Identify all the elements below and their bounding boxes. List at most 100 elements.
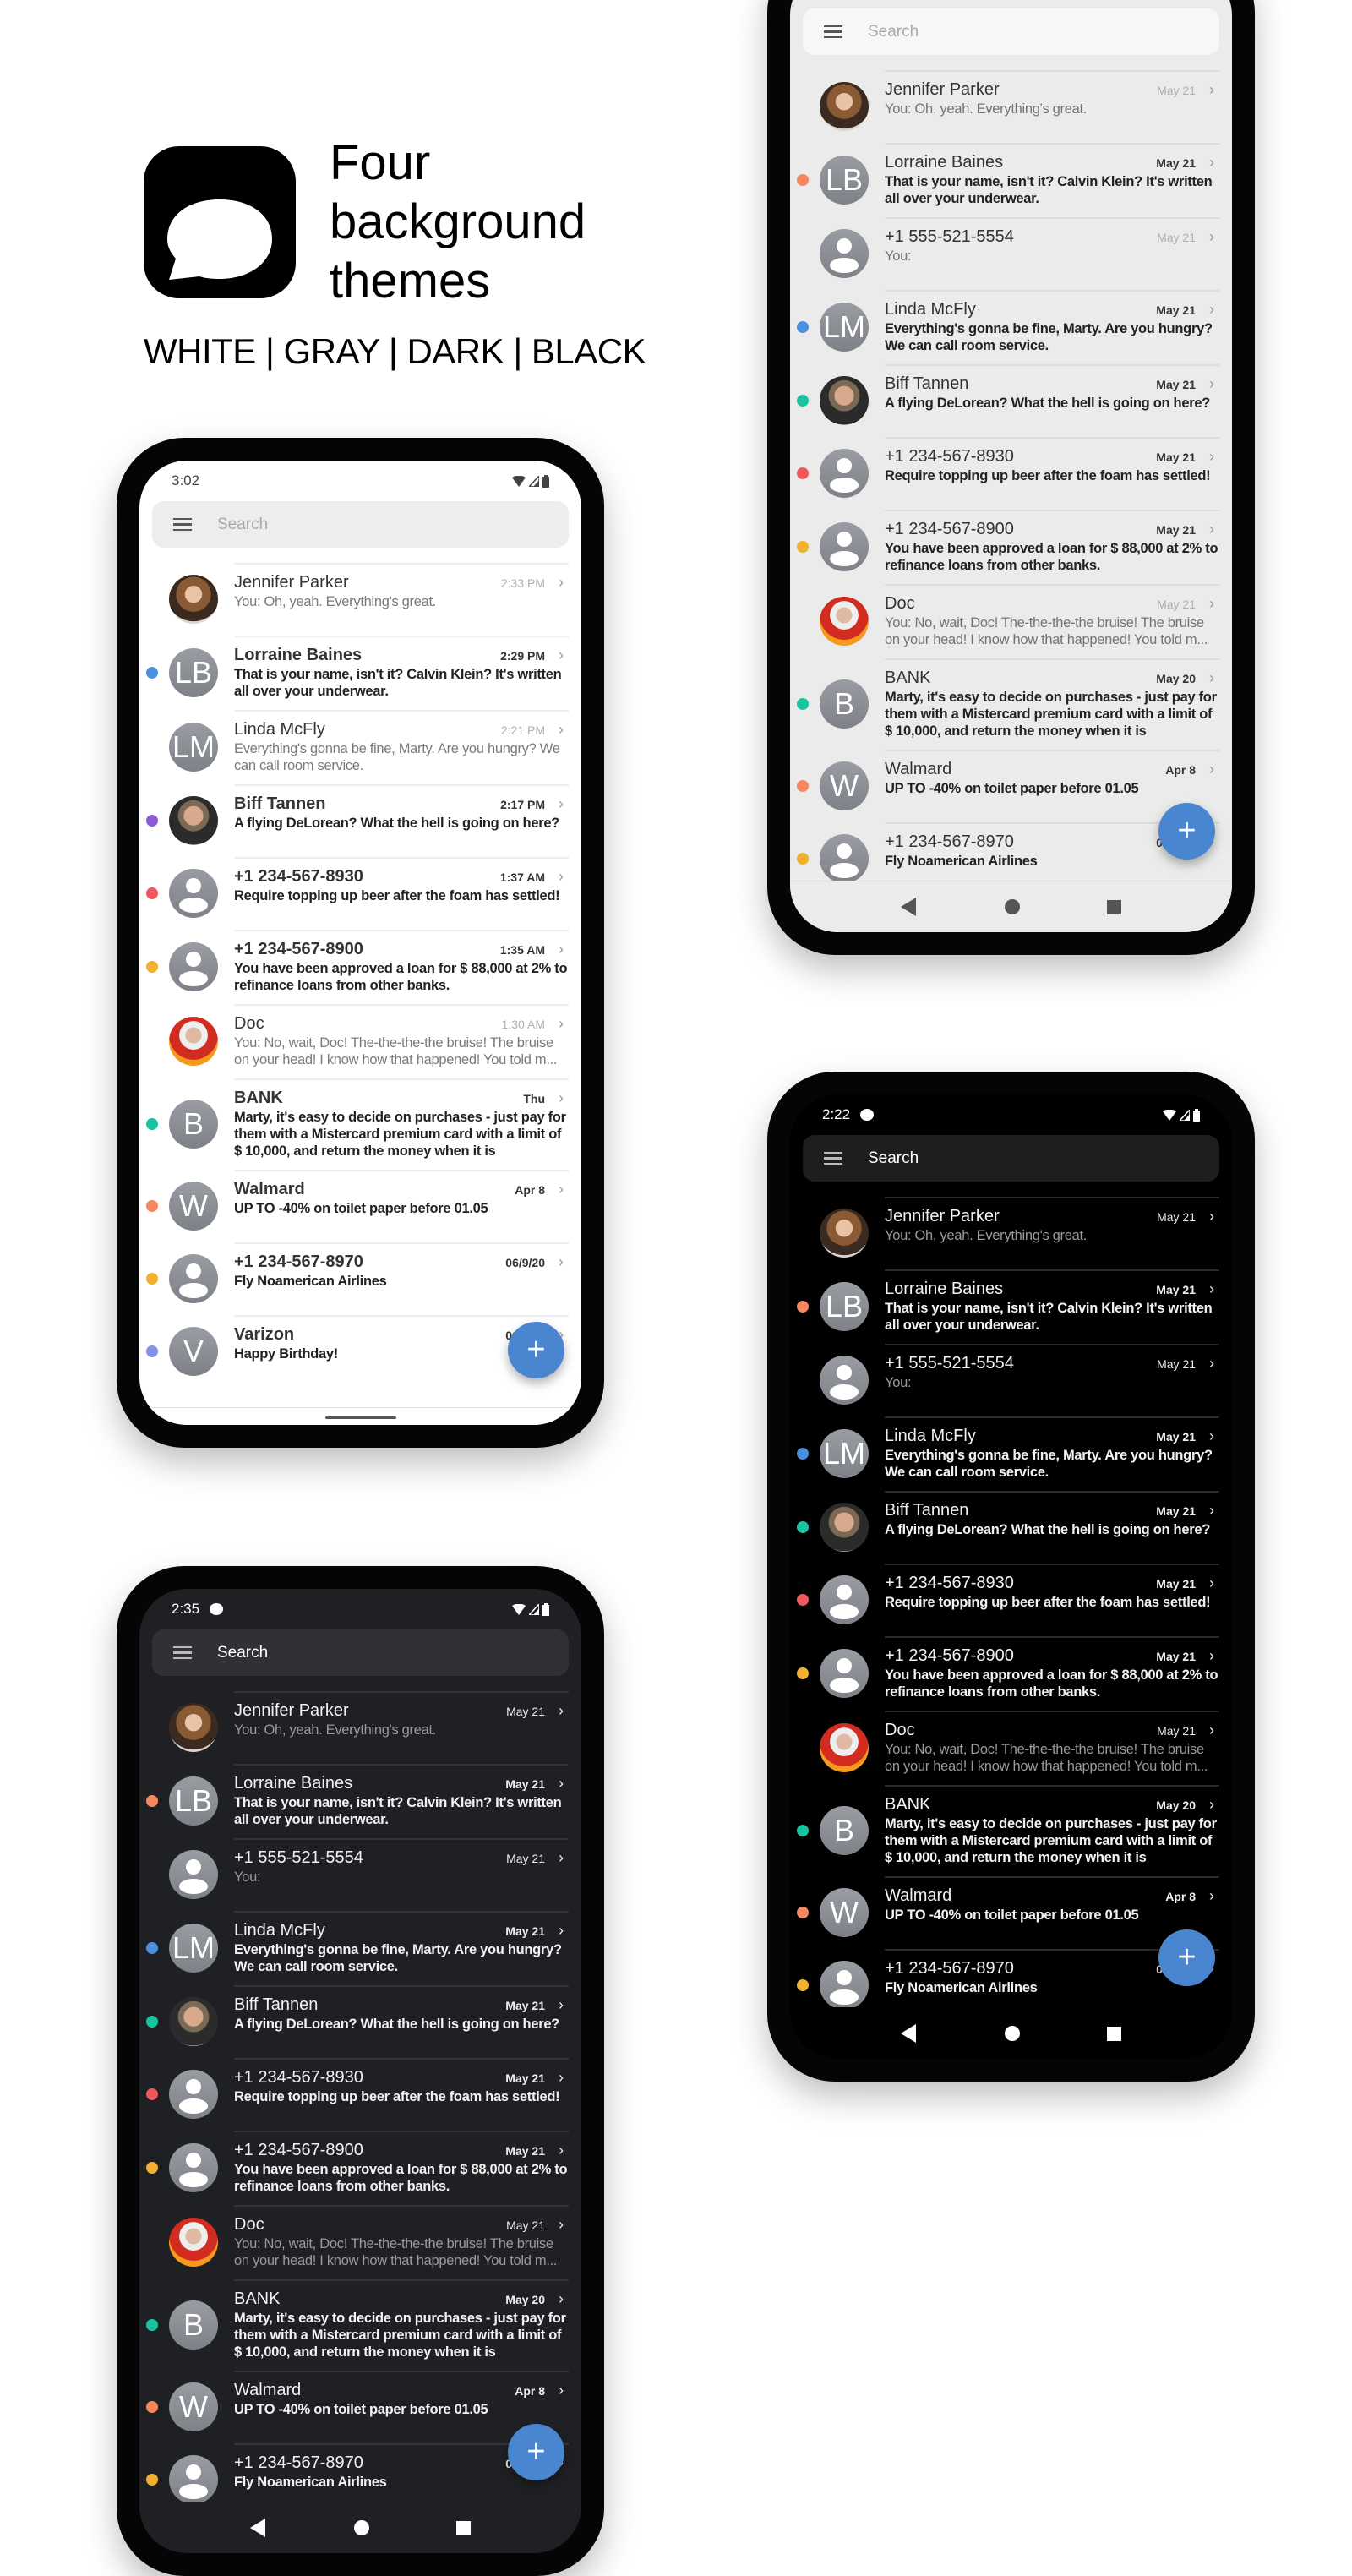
new-message-button[interactable]: +: [508, 1322, 564, 1378]
conversation-list[interactable]: Jennifer Parker 2:33 PM › You: Oh, yeah. Ev…: [139, 563, 581, 1408]
home-button[interactable]: [353, 2520, 369, 2535]
conversation-row[interactable]: W Walmard Apr 8 › UP TO -40% on toilet paper…: [139, 1170, 581, 1242]
chevron-right-icon[interactable]: ›: [1209, 1796, 1219, 1814]
chevron-right-icon[interactable]: ›: [559, 1181, 569, 1198]
back-button[interactable]: [250, 2519, 267, 2537]
chevron-right-icon[interactable]: ›: [1209, 375, 1219, 393]
search-input[interactable]: Search: [868, 23, 919, 41]
search-bar[interactable]: Search: [803, 1135, 1219, 1182]
chevron-right-icon[interactable]: ›: [1209, 448, 1219, 466]
conversation-row[interactable]: +1 234-567-8930 May 21 › Require topping up…: [139, 2058, 581, 2131]
chevron-right-icon[interactable]: ›: [559, 1089, 569, 1107]
conversation-row[interactable]: Biff Tannen May 21 › A flying DeLorean? Wha…: [790, 1491, 1232, 1564]
conversation-row[interactable]: Biff Tannen May 21 › A flying DeLorean? Wha…: [790, 364, 1232, 437]
conversation-row[interactable]: +1 234-567-8930 May 21 › Require topping up…: [790, 437, 1232, 510]
conversation-row[interactable]: LB Lorraine Baines May 21 › That is your nam…: [790, 1269, 1232, 1344]
menu-icon[interactable]: [824, 1149, 842, 1169]
chevron-right-icon[interactable]: ›: [1209, 301, 1219, 319]
conversation-row[interactable]: Jennifer Parker May 21 › You: Oh, yeah. Eve…: [790, 1197, 1232, 1269]
chevron-right-icon[interactable]: ›: [1209, 595, 1219, 613]
conversation-row[interactable]: LM Linda McFly May 21 › Everything's gonna b…: [790, 1416, 1232, 1491]
chevron-right-icon[interactable]: ›: [1209, 1208, 1219, 1225]
search-input[interactable]: Search: [217, 1644, 268, 1662]
conversation-row[interactable]: Doc 1:30 AM › You: No, wait, Doc! The-the-t…: [139, 1004, 581, 1078]
conversation-row[interactable]: +1 555-521-5554 May 21 › You:: [139, 1838, 581, 1911]
chevron-right-icon[interactable]: ›: [1209, 1887, 1219, 1905]
chevron-right-icon[interactable]: ›: [1209, 761, 1219, 778]
chevron-right-icon[interactable]: ›: [559, 941, 569, 958]
back-button[interactable]: [901, 898, 918, 916]
chevron-right-icon[interactable]: ›: [559, 2142, 569, 2159]
conversation-row[interactable]: +1 234-567-8900 1:35 AM › You have been app…: [139, 930, 581, 1004]
chevron-right-icon[interactable]: ›: [1209, 228, 1219, 246]
chevron-right-icon[interactable]: ›: [559, 1922, 569, 1940]
conversation-row[interactable]: LB Lorraine Baines 2:29 PM › That is your na…: [139, 636, 581, 710]
chevron-right-icon[interactable]: ›: [559, 1996, 569, 2014]
home-button[interactable]: [1004, 2026, 1020, 2041]
new-message-button[interactable]: +: [1158, 1929, 1215, 1986]
chevron-right-icon[interactable]: ›: [1209, 1575, 1219, 1592]
chevron-right-icon[interactable]: ›: [559, 2290, 569, 2308]
chevron-right-icon[interactable]: ›: [1209, 1427, 1219, 1445]
search-bar[interactable]: Search: [152, 501, 569, 548]
gesture-bar[interactable]: [139, 1407, 581, 1425]
conversation-row[interactable]: Jennifer Parker May 21 › You: Oh, yeah. Eve…: [790, 70, 1232, 143]
chevron-right-icon[interactable]: ›: [559, 574, 569, 592]
chevron-right-icon[interactable]: ›: [559, 721, 569, 739]
conversation-row[interactable]: Biff Tannen May 21 › A flying DeLorean? Wha…: [139, 1985, 581, 2058]
chevron-right-icon[interactable]: ›: [559, 1253, 569, 1271]
conversation-list[interactable]: Jennifer Parker May 21 › You: Oh, yeah. Eve…: [790, 1197, 1232, 2008]
chevron-right-icon[interactable]: ›: [559, 2382, 569, 2399]
conversation-row[interactable]: Jennifer Parker May 21 › You: Oh, yeah. Eve…: [139, 1691, 581, 1764]
conversation-list[interactable]: Jennifer Parker May 21 › You: Oh, yeah. Eve…: [139, 1691, 581, 2502]
conversation-row[interactable]: +1 234-567-8900 May 21 › You have been appr…: [790, 510, 1232, 584]
conversation-row[interactable]: LM Linda McFly May 21 › Everything's gonna b…: [790, 290, 1232, 364]
chevron-right-icon[interactable]: ›: [1209, 1502, 1219, 1520]
conversation-row[interactable]: Biff Tannen 2:17 PM › A flying DeLorean? Wh…: [139, 784, 581, 857]
menu-icon[interactable]: [173, 1643, 192, 1663]
conversation-row[interactable]: LB Lorraine Baines May 21 › That is your nam…: [790, 143, 1232, 217]
menu-icon[interactable]: [173, 515, 192, 535]
conversation-row[interactable]: +1 234-567-8930 1:37 AM › Require topping u…: [139, 857, 581, 930]
chevron-right-icon[interactable]: ›: [559, 1775, 569, 1793]
new-message-button[interactable]: +: [508, 2424, 564, 2480]
chevron-right-icon[interactable]: ›: [559, 647, 569, 664]
conversation-row[interactable]: LM Linda McFly May 21 › Everything's gonna b…: [139, 1911, 581, 1985]
chevron-right-icon[interactable]: ›: [1209, 521, 1219, 538]
conversation-row[interactable]: +1 234-567-8900 May 21 › You have been appr…: [790, 1636, 1232, 1711]
chevron-right-icon[interactable]: ›: [559, 2216, 569, 2234]
conversation-list[interactable]: Jennifer Parker May 21 › You: Oh, yeah. Eve…: [790, 70, 1232, 881]
home-button[interactable]: [1004, 899, 1020, 914]
chevron-right-icon[interactable]: ›: [559, 2069, 569, 2087]
conversation-row[interactable]: +1 555-521-5554 May 21 › You:: [790, 217, 1232, 290]
recents-button[interactable]: [455, 2520, 471, 2535]
recents-button[interactable]: [1106, 899, 1121, 914]
chevron-right-icon[interactable]: ›: [1209, 1355, 1219, 1373]
search-input[interactable]: Search: [217, 516, 268, 534]
chevron-right-icon[interactable]: ›: [1209, 154, 1219, 172]
conversation-row[interactable]: Jennifer Parker 2:33 PM › You: Oh, yeah. Ev…: [139, 563, 581, 636]
chevron-right-icon[interactable]: ›: [559, 1849, 569, 1867]
search-bar[interactable]: Search: [803, 8, 1219, 55]
conversation-row[interactable]: B BANK May 20 › Marty, it's easy to decide o…: [790, 658, 1232, 750]
chevron-right-icon[interactable]: ›: [1209, 81, 1219, 99]
back-button[interactable]: [901, 2024, 918, 2043]
conversation-row[interactable]: +1 234-567-8970 06/9/20 › Fly Noamerican Ai…: [139, 1242, 581, 1315]
chevron-right-icon[interactable]: ›: [559, 795, 569, 813]
chevron-right-icon[interactable]: ›: [559, 868, 569, 886]
conversation-row[interactable]: B BANK Thu › Marty, it's easy to decide on p…: [139, 1078, 581, 1170]
new-message-button[interactable]: +: [1158, 803, 1215, 860]
chevron-right-icon[interactable]: ›: [559, 1702, 569, 1720]
chevron-right-icon[interactable]: ›: [1209, 1722, 1219, 1739]
conversation-row[interactable]: Doc May 21 › You: No, wait, Doc! The-the-th…: [790, 584, 1232, 658]
conversation-row[interactable]: LB Lorraine Baines May 21 › That is your nam…: [139, 1764, 581, 1838]
conversation-row[interactable]: Doc May 21 › You: No, wait, Doc! The-the-th…: [139, 2205, 581, 2279]
conversation-row[interactable]: +1 555-521-5554 May 21 › You:: [790, 1344, 1232, 1416]
search-bar[interactable]: Search: [152, 1629, 569, 1676]
conversation-row[interactable]: B BANK May 20 › Marty, it's easy to decide o…: [790, 1785, 1232, 1876]
chevron-right-icon[interactable]: ›: [1209, 1280, 1219, 1298]
conversation-row[interactable]: +1 234-567-8930 May 21 › Require topping up…: [790, 1564, 1232, 1636]
chevron-right-icon[interactable]: ›: [1209, 669, 1219, 687]
search-input[interactable]: Search: [868, 1149, 919, 1168]
chevron-right-icon[interactable]: ›: [1209, 1647, 1219, 1665]
